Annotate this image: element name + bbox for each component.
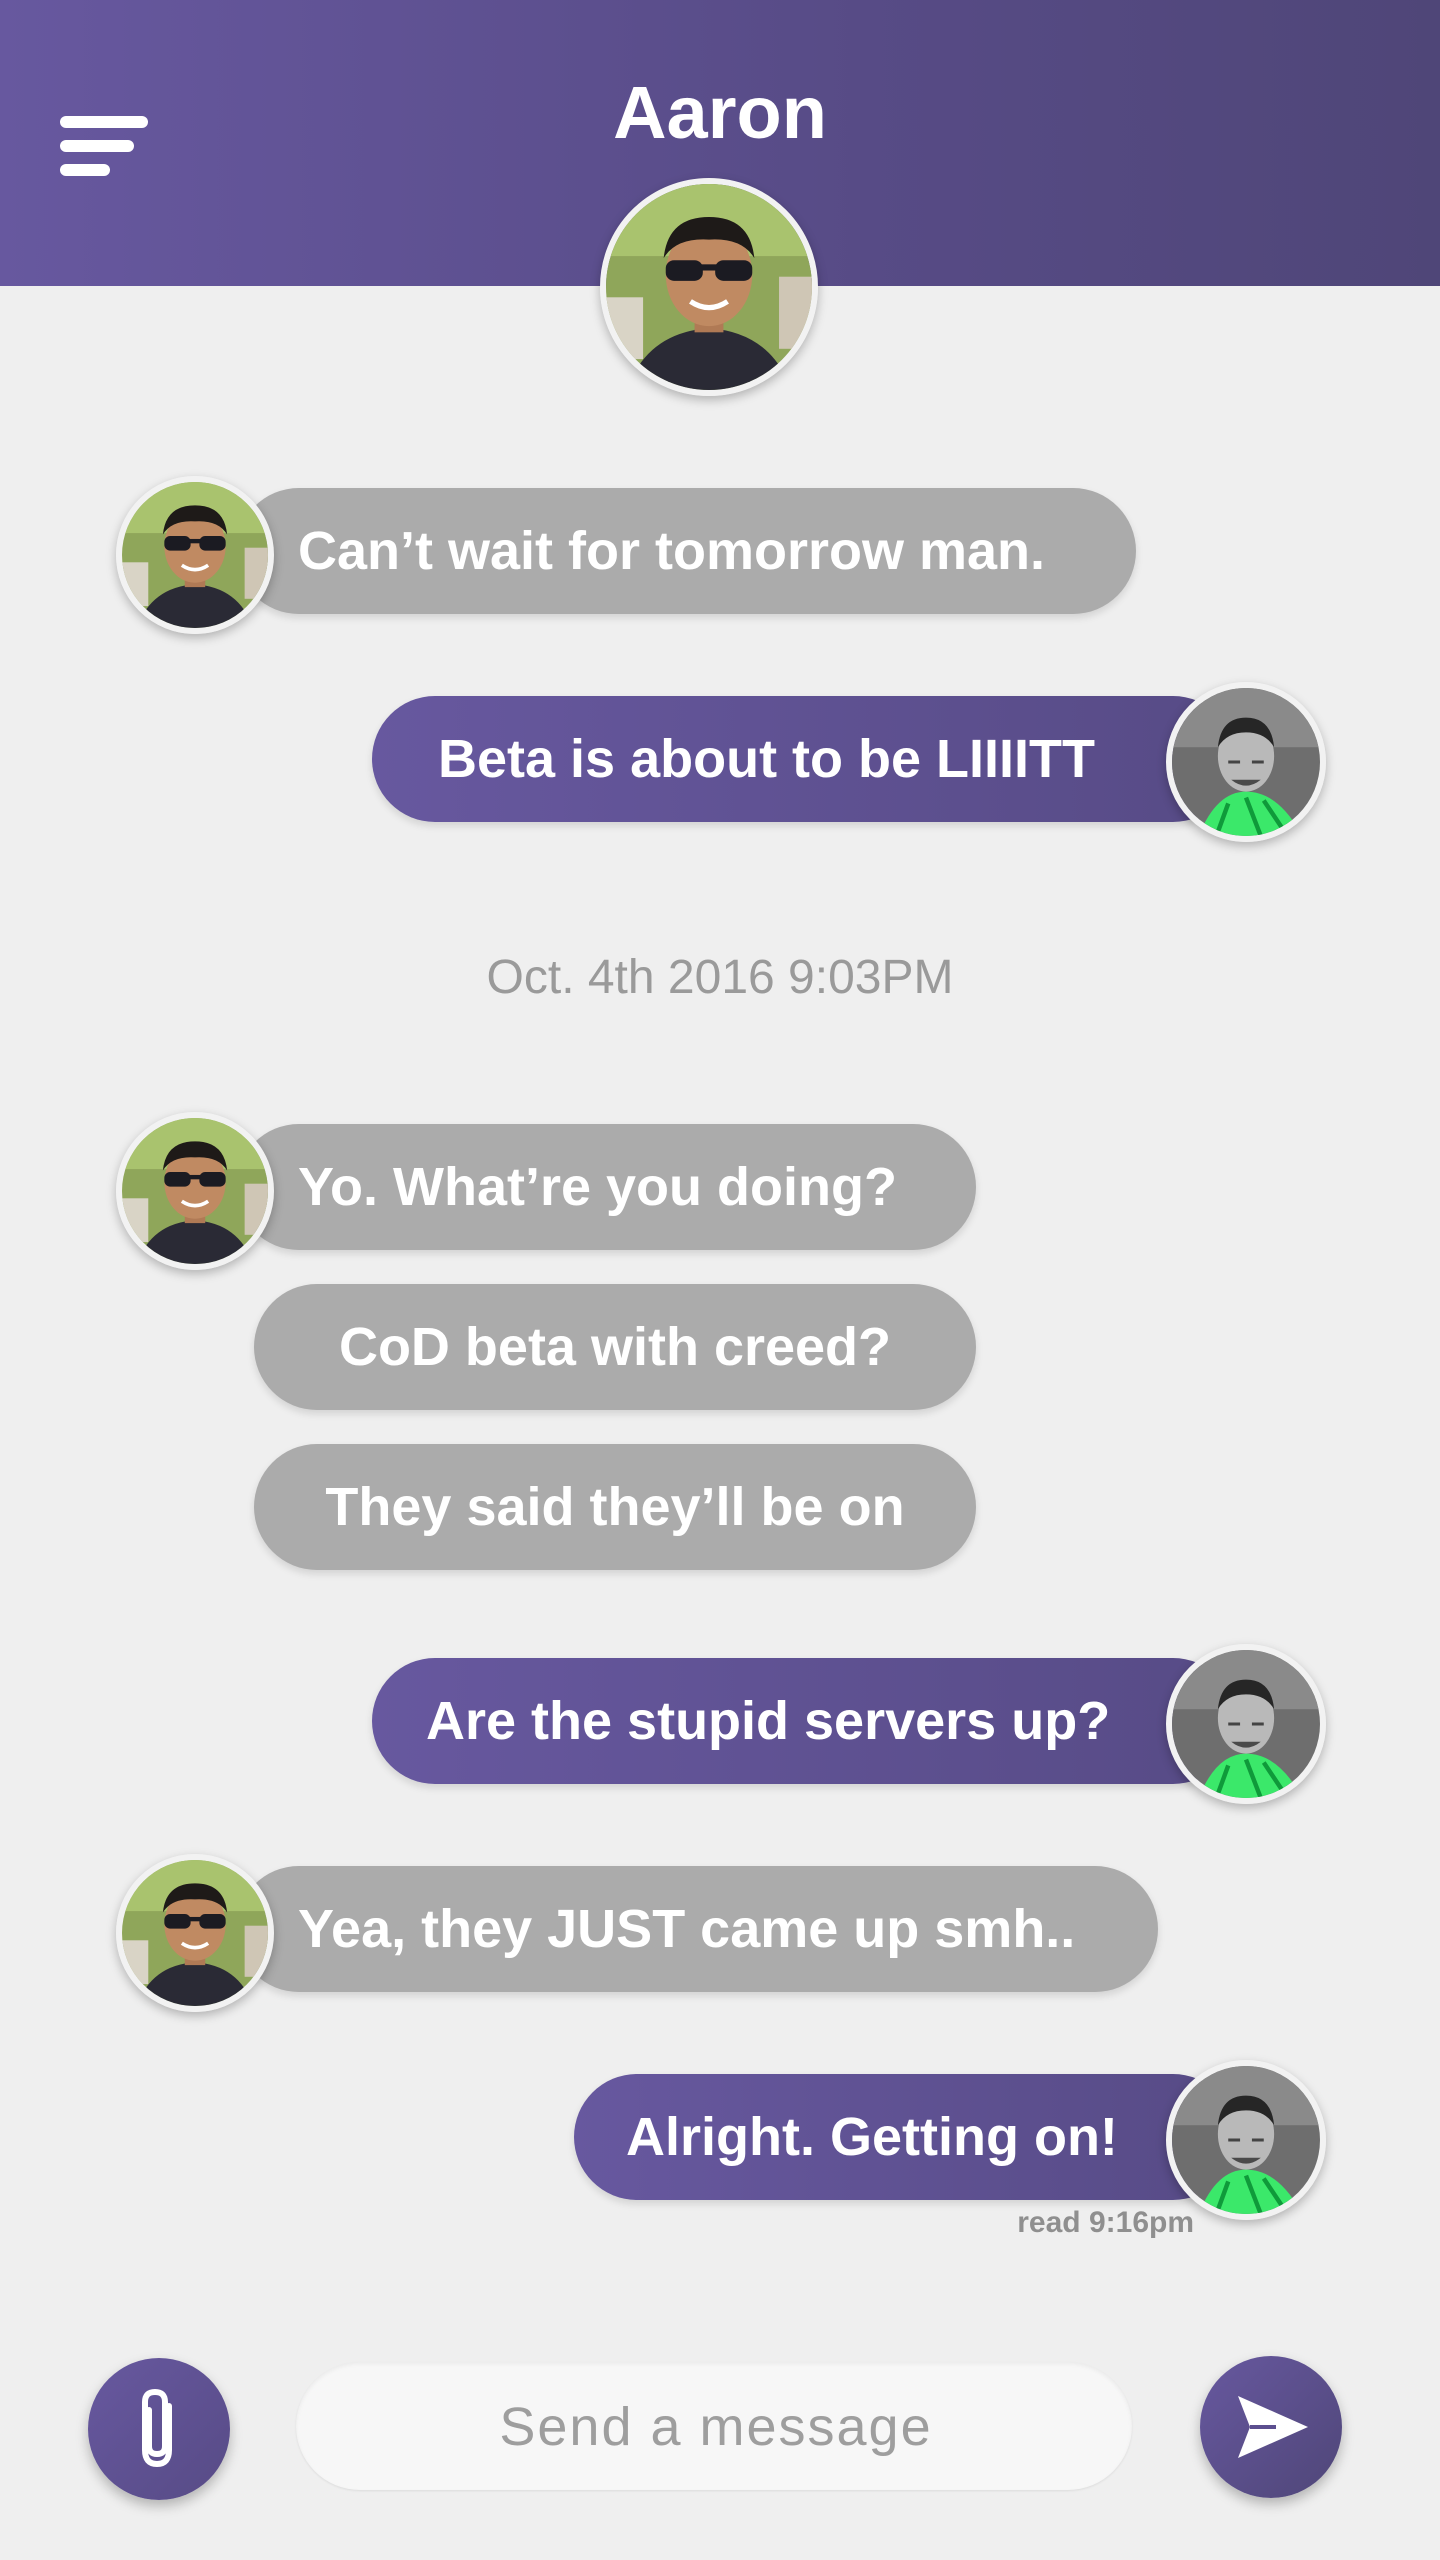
incoming-message-bubble[interactable]: Yea, they JUST came up smh.. — [236, 1866, 1158, 1992]
my-avatar — [1166, 1644, 1326, 1804]
my-avatar — [1166, 2060, 1326, 2220]
conversation-timestamp: Oct. 4th 2016 9:03PM — [486, 951, 954, 1004]
paper-plane-send-icon — [1238, 2396, 1308, 2458]
sender-avatar — [116, 1854, 274, 2012]
incoming-message-bubble[interactable]: Yo. What’re you doing? — [236, 1124, 976, 1250]
sender-avatar — [116, 1112, 274, 1270]
incoming-message-bubble[interactable]: Can’t wait for tomorrow man. — [236, 488, 1136, 614]
incoming-message-bubble[interactable]: CoD beta with creed? — [254, 1284, 976, 1410]
contact-avatar[interactable] — [600, 178, 818, 396]
message-composer — [296, 2362, 1136, 2492]
outgoing-message-bubble[interactable]: Alright. Getting on! — [574, 2074, 1236, 2200]
message-input[interactable] — [296, 2362, 1136, 2492]
incoming-message-bubble[interactable]: They said they’ll be on — [254, 1444, 976, 1570]
outgoing-message-bubble[interactable]: Are the stupid servers up? — [372, 1658, 1236, 1784]
paperclip-icon — [142, 2388, 172, 2468]
outgoing-message-bubble[interactable]: Beta is about to be LIIIITT — [372, 696, 1236, 822]
send-button[interactable] — [1200, 2356, 1342, 2498]
read-receipt: read 9:16pm — [1017, 2206, 1194, 2239]
my-avatar — [1166, 682, 1326, 842]
attach-button[interactable] — [88, 2358, 230, 2500]
conversation-title: Aaron — [613, 71, 827, 154]
sender-avatar — [116, 476, 274, 634]
